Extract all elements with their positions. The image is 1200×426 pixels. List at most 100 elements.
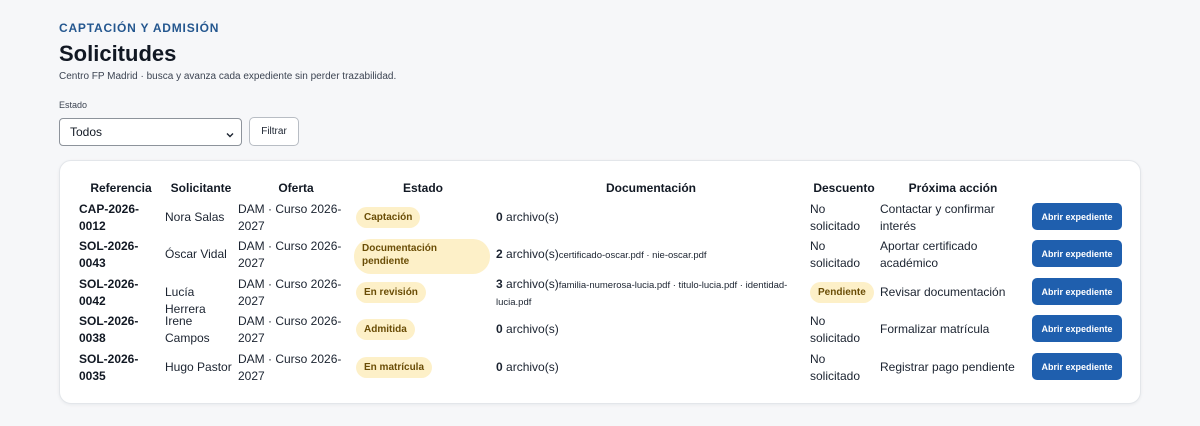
next-action-cell: Revisar documentación xyxy=(880,284,1026,301)
discount-line-1: No xyxy=(810,239,826,253)
status-badge: Admitida xyxy=(356,319,415,340)
filter-button[interactable]: Filtrar xyxy=(249,117,299,146)
col-header-estado: Estado xyxy=(402,181,443,195)
reference-line-2: 0042 xyxy=(79,294,106,308)
reference-line-1: CAP-2026- xyxy=(79,202,140,216)
offer-line-1: DAM · Curso 2026- xyxy=(238,314,342,328)
offer-line-2: 2027 xyxy=(238,256,265,270)
chevron-down-icon xyxy=(226,128,234,137)
open-record-button[interactable]: Abrir expediente xyxy=(1032,353,1122,380)
next-action-cell: Contactar y confirmar interés xyxy=(880,201,1026,235)
applicant-line-1: Óscar Vidal xyxy=(165,247,227,261)
requests-table-card: Referencia Solicitante Oferta Estado Doc… xyxy=(59,160,1141,404)
next-action-line-2: académico xyxy=(880,256,939,270)
discount-cell: No solicitado xyxy=(810,351,878,385)
next-action-cell: Aportar certificado académico xyxy=(880,238,1026,272)
open-record-button[interactable]: Abrir expediente xyxy=(1032,203,1122,230)
discount-cell: No solicitado xyxy=(810,201,878,235)
section-eyebrow: CAPTACIÓN Y ADMISIÓN xyxy=(59,21,220,35)
offer-line-1: DAM · Curso 2026- xyxy=(238,352,342,366)
next-action-line-1: Aportar certificado xyxy=(880,239,978,253)
offer-cell: DAM · Curso 2026- 2027 xyxy=(238,201,354,235)
offer-cell: DAM · Curso 2026- 2027 xyxy=(238,276,354,310)
documents-unit: archivo(s) xyxy=(502,322,559,336)
discount-line-2: solicitado xyxy=(810,219,861,233)
next-action-line-1: Contactar y confirmar xyxy=(880,202,995,216)
col-header-descuento: Descuento xyxy=(813,181,875,195)
discount-line-2: solicitado xyxy=(810,331,861,345)
offer-line-1: DAM · Curso 2026- xyxy=(238,239,342,253)
col-header-oferta: Oferta xyxy=(278,181,314,195)
offer-line-2: 2027 xyxy=(238,369,265,383)
page: CAPTACIÓN Y ADMISIÓN Solicitudes Centro … xyxy=(0,0,1200,426)
open-record-button[interactable]: Abrir expediente xyxy=(1032,278,1122,305)
next-action-line-2: interés xyxy=(880,219,917,233)
applicant-cell: Nora Salas xyxy=(165,209,237,226)
col-header-solicitante: Solicitante xyxy=(170,181,232,195)
status-filter-label: Estado xyxy=(59,100,88,110)
offer-line-2: 2027 xyxy=(238,294,265,308)
documents-cell: 0 archivo(s) xyxy=(496,209,806,226)
reference-line-2: 0038 xyxy=(79,331,106,345)
documents-count: 0 xyxy=(496,210,503,224)
reference-cell: CAP-2026- 0012 xyxy=(79,201,159,235)
documents-count: 2 xyxy=(496,247,503,261)
status-badge: Captación xyxy=(356,207,421,228)
documents-unit: archivo(s) xyxy=(502,360,559,374)
next-action-line-1: Registrar pago pendiente xyxy=(880,360,1015,374)
reference-cell: SOL-2026- 0035 xyxy=(79,351,159,385)
documents-file-list: certificado-oscar.pdf · nie-oscar.pdf xyxy=(558,250,707,261)
offer-cell: DAM · Curso 2026- 2027 xyxy=(238,313,354,347)
next-action-line-1: Revisar documentación xyxy=(880,285,1006,299)
documents-cell: 3 archivo(s)familia-numerosa-lucia.pdf ·… xyxy=(496,276,806,311)
table-header: Referencia Solicitante Oferta Estado Doc… xyxy=(60,181,1140,197)
discount-badge: Pendiente xyxy=(810,282,874,303)
reference-line-1: SOL-2026- xyxy=(79,277,139,291)
status-badge: En revisión xyxy=(356,282,426,303)
offer-cell: DAM · Curso 2026- 2027 xyxy=(238,351,354,385)
status-badge-line-2: pendiente xyxy=(362,256,410,267)
documents-cell: 2 archivo(s)certificado-oscar.pdf · nie-… xyxy=(496,246,806,264)
documents-cell: 0 archivo(s) xyxy=(496,359,806,376)
discount-line-2: solicitado xyxy=(810,369,861,383)
table-row: SOL-2026- 0042 Lucía Herrera DAM · Curso 20… xyxy=(60,276,1140,316)
offer-line-1: DAM · Curso 2026- xyxy=(238,202,342,216)
applicant-line-2: Campos xyxy=(165,331,210,345)
documents-unit: archivo(s) xyxy=(502,277,559,291)
status-select-value: Todos xyxy=(70,124,103,139)
applicant-line-1: Hugo Pastor xyxy=(165,360,232,374)
discount-line-1: No xyxy=(810,352,826,366)
table-row: CAP-2026- 0012 Nora Salas DAM · Curso 2026-… xyxy=(60,201,1140,237)
documents-count: 0 xyxy=(496,322,503,336)
documents-file-list-cont: lucia.pdf xyxy=(496,297,532,308)
reference-line-2: 0012 xyxy=(79,219,106,233)
status-select[interactable]: Todos xyxy=(59,117,242,146)
open-record-button[interactable]: Abrir expediente xyxy=(1032,240,1122,267)
documents-count: 3 xyxy=(496,277,503,291)
applicant-cell: Hugo Pastor xyxy=(165,359,237,376)
status-badge: Documentación pendiente xyxy=(354,239,490,274)
reference-line-2: 0043 xyxy=(79,256,106,270)
reference-line-1: SOL-2026- xyxy=(79,239,139,253)
documents-cell: 0 archivo(s) xyxy=(496,321,806,338)
discount-cell: No solicitado xyxy=(810,313,878,347)
page-subtitle: Centro FP Madrid · busca y avanza cada e… xyxy=(59,71,397,82)
next-action-line-1: Formalizar matrícula xyxy=(880,322,990,336)
applicant-line-1: Irene xyxy=(165,314,193,328)
next-action-cell: Formalizar matrícula xyxy=(880,321,1026,338)
reference-line-2: 0035 xyxy=(79,369,106,383)
offer-line-1: DAM · Curso 2026- xyxy=(238,277,342,291)
open-record-button[interactable]: Abrir expediente xyxy=(1032,315,1122,342)
table-row: SOL-2026- 0035 Hugo Pastor DAM · Curso 2026… xyxy=(60,351,1140,387)
discount-line-1: No xyxy=(810,202,826,216)
col-header-proxima-accion: Próxima acción xyxy=(908,181,998,195)
documents-unit: archivo(s) xyxy=(502,210,559,224)
applicant-cell: Óscar Vidal xyxy=(165,246,237,263)
table-row: SOL-2026- 0043 Óscar Vidal DAM · Curso 2026… xyxy=(60,238,1140,274)
offer-line-2: 2027 xyxy=(238,219,265,233)
filter-row: Todos Filtrar xyxy=(59,117,1141,146)
next-action-cell: Registrar pago pendiente xyxy=(880,359,1026,376)
discount-cell: No solicitado xyxy=(810,238,878,272)
page-title: Solicitudes xyxy=(59,41,177,66)
col-header-referencia: Referencia xyxy=(90,181,152,195)
